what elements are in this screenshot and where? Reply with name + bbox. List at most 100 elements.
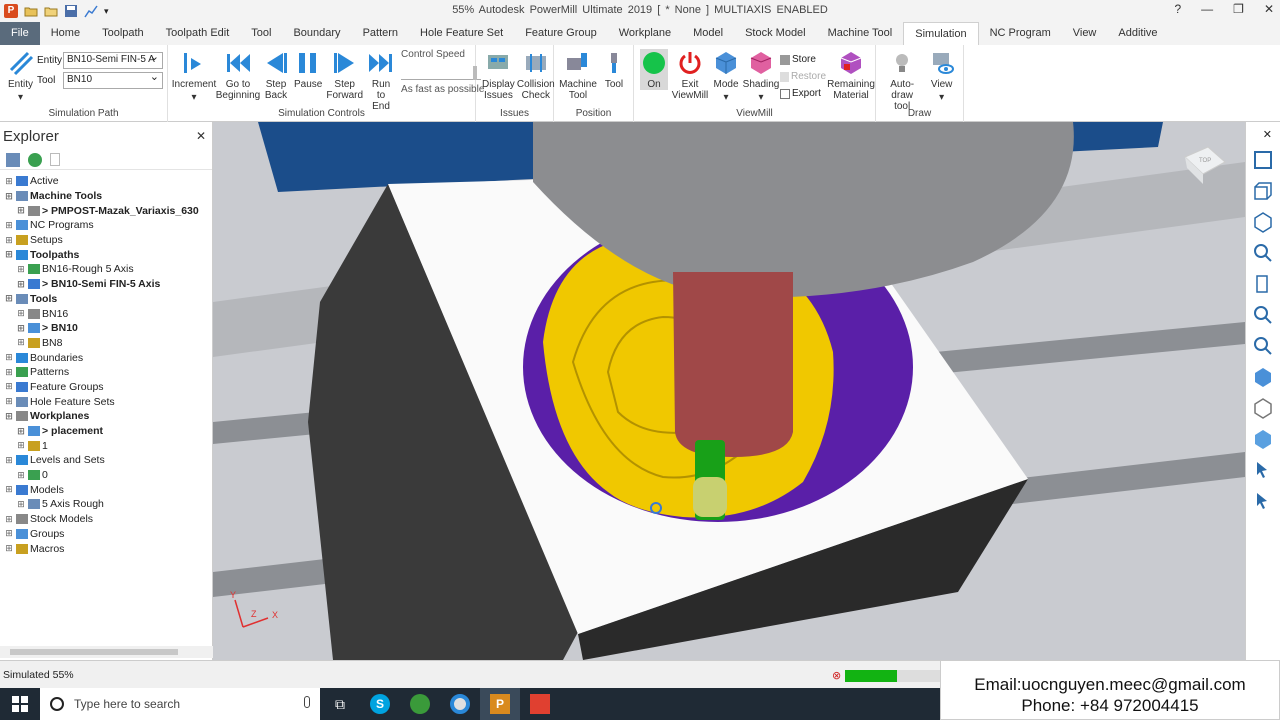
shaded-view-icon[interactable]	[1252, 366, 1274, 388]
cube-view-icon[interactable]	[1252, 211, 1274, 233]
expand-icon[interactable]: ⊞	[16, 440, 26, 451]
expand-icon[interactable]: ⊞	[16, 470, 26, 481]
tab-toolpath-edit[interactable]: Toolpath Edit	[155, 22, 241, 45]
tree-node[interactable]: ⊞ Boundaries	[0, 350, 212, 365]
tree-node[interactable]: ⊞ BN16	[0, 306, 212, 321]
restore-button[interactable]: Restore	[780, 68, 826, 85]
tab-pattern[interactable]: Pattern	[352, 22, 409, 45]
go-to-beginning-button[interactable]: Go to Beginning	[216, 49, 260, 101]
task-view-icon[interactable]: ⧉	[320, 688, 360, 720]
expand-icon[interactable]: ⊞	[4, 352, 14, 363]
mode-button[interactable]: Mode ▾	[712, 49, 740, 103]
entity-select[interactable]: BN10-Semi FIN-5 A	[63, 51, 163, 69]
expand-icon[interactable]: ⊞	[4, 514, 14, 525]
entity-button[interactable]: Entity ▾	[6, 49, 35, 103]
close-button[interactable]: ✕	[1264, 2, 1274, 16]
expand-icon[interactable]: ⊞	[4, 367, 14, 378]
simulation-scene[interactable]: TOP X Y Z	[213, 122, 1245, 660]
tree-node[interactable]: ⊞ Stock Models	[0, 512, 212, 527]
position-tool-button[interactable]: Tool	[600, 49, 628, 90]
windows-start-button[interactable]	[0, 688, 40, 720]
cancel-icon[interactable]: ⊗	[832, 669, 841, 682]
expand-icon[interactable]: ⊞	[16, 279, 26, 290]
tab-file[interactable]: File	[0, 22, 40, 45]
tree-node[interactable]: ⊞ BN8	[0, 336, 212, 351]
expand-icon[interactable]: ⊞	[16, 264, 26, 275]
expand-icon[interactable]: ⊞	[4, 249, 14, 260]
iso-view-icon[interactable]	[1252, 149, 1274, 171]
tab-stock-model[interactable]: Stock Model	[734, 22, 817, 45]
powermill-taskbar-icon[interactable]: P	[480, 688, 520, 720]
expand-icon[interactable]: ⊞	[16, 426, 26, 437]
tree-node[interactable]: ⊞ > placement	[0, 424, 212, 439]
tree-node[interactable]: ⊞ Setups	[0, 233, 212, 248]
expand-icon[interactable]: ⊞	[16, 205, 26, 216]
tree-node[interactable]: ⊞ Toolpaths	[0, 247, 212, 262]
expand-icon[interactable]: ⊞	[4, 381, 14, 392]
tree-node[interactable]: ⊞ > PMPOST-Mazak_Variaxis_630	[0, 203, 212, 218]
run-to-end-button[interactable]: Run to End	[367, 49, 395, 112]
tree-node[interactable]: ⊞ > BN10	[0, 321, 212, 336]
tab-nc-program[interactable]: NC Program	[979, 22, 1062, 45]
close-icon[interactable]: ✕	[196, 129, 206, 143]
expand-icon[interactable]: ⊞	[4, 176, 14, 187]
expand-icon[interactable]: ⊞	[16, 499, 26, 510]
shading-button[interactable]: Shading ▾	[743, 49, 779, 103]
tab-home[interactable]: Home	[40, 22, 91, 45]
zoom-icon[interactable]	[1252, 242, 1274, 264]
explorer-scrollbar[interactable]	[0, 646, 213, 658]
speed-slider[interactable]	[401, 66, 482, 80]
tree-node[interactable]: ⊞ Macros	[0, 541, 212, 556]
zoom-box-icon[interactable]	[1252, 304, 1274, 326]
tree-node[interactable]: ⊞ Workplanes	[0, 409, 212, 424]
app-red-icon[interactable]	[520, 688, 560, 720]
expand-icon[interactable]: ⊞	[16, 308, 26, 319]
increment-button[interactable]: Increment ▾	[172, 49, 216, 103]
minimize-button[interactable]: —	[1201, 2, 1213, 16]
restore-button[interactable]: ❐	[1233, 2, 1244, 16]
tab-hole-feature-set[interactable]: Hole Feature Set	[409, 22, 514, 45]
expand-icon[interactable]: ⊞	[16, 323, 26, 334]
expand-icon[interactable]: ⊞	[4, 191, 14, 202]
tree-node[interactable]: ⊞ 5 Axis Rough	[0, 497, 212, 512]
tab-tool[interactable]: Tool	[240, 22, 282, 45]
expand-icon[interactable]: ⊞	[4, 293, 14, 304]
expand-icon[interactable]: ⊞	[4, 220, 14, 231]
shaded-box-icon[interactable]	[1252, 428, 1274, 450]
zoom-extents-icon[interactable]	[1252, 335, 1274, 357]
tree-node[interactable]: ⊞ 0	[0, 468, 212, 483]
tree-node[interactable]: ⊞ Machine Tools	[0, 189, 212, 204]
tab-boundary[interactable]: Boundary	[282, 22, 351, 45]
expand-icon[interactable]: ⊞	[4, 235, 14, 246]
tab-additive[interactable]: Additive	[1107, 22, 1168, 45]
step-forward-button[interactable]: Step Forward	[326, 49, 363, 101]
tree-node[interactable]: ⊞ Feature Groups	[0, 380, 212, 395]
auto-draw-tool-button[interactable]: Auto-draw tool	[882, 49, 922, 112]
tree-node[interactable]: ⊞ Active	[0, 174, 212, 189]
viewmill-on-button[interactable]: On	[640, 49, 668, 90]
graphics-viewport[interactable]: TOP X Y Z	[213, 122, 1245, 660]
scrollbar-thumb[interactable]	[10, 649, 178, 655]
expand-icon[interactable]: ⊞	[4, 455, 14, 466]
expand-icon[interactable]: ⊞	[4, 411, 14, 422]
collision-check-button[interactable]: Collision Check	[517, 49, 555, 101]
pause-button[interactable]: Pause	[294, 49, 322, 90]
select-undo-icon[interactable]	[1252, 490, 1274, 512]
skype-icon[interactable]: S	[360, 688, 400, 720]
delete-icon[interactable]	[50, 153, 60, 166]
remaining-material-button[interactable]: Remaining Material	[827, 49, 875, 101]
chrome-icon[interactable]	[440, 688, 480, 720]
display-issues-button[interactable]: Display Issues	[482, 49, 515, 101]
tab-toolpath[interactable]: Toolpath	[91, 22, 155, 45]
microphone-icon[interactable]	[304, 696, 310, 708]
wireframe-view-icon[interactable]	[1252, 397, 1274, 419]
tree-node[interactable]: ⊞ Patterns	[0, 365, 212, 380]
help-icon[interactable]: ?	[1174, 2, 1181, 16]
tab-machine-tool[interactable]: Machine Tool	[817, 22, 904, 45]
tab-workplane[interactable]: Workplane	[608, 22, 682, 45]
exit-viewmill-button[interactable]: Exit ViewMill	[672, 49, 708, 101]
app-green-icon[interactable]	[400, 688, 440, 720]
tab-model[interactable]: Model	[682, 22, 734, 45]
store-button[interactable]: Store	[780, 51, 826, 68]
tool-select[interactable]: BN10	[63, 71, 163, 89]
